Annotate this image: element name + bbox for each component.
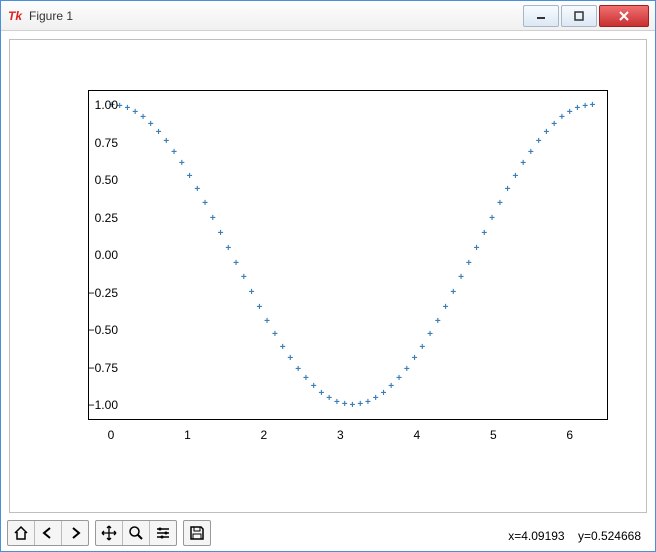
subplots-button[interactable] [150,521,176,545]
data-point: + [240,274,248,282]
titlebar: Tk Figure 1 [1,1,655,31]
window-controls [521,5,649,27]
ytick-label: 0.00 [68,248,118,262]
forward-button[interactable] [62,521,88,545]
data-point: + [473,245,481,253]
data-point: + [442,304,450,312]
xtick-label: 1 [184,428,191,442]
data-point: + [527,149,535,157]
xtick-label: 0 [108,428,115,442]
data-point: + [224,245,232,253]
save-icon [189,525,205,541]
ytick-label: −0.50 [68,323,118,337]
minimize-button[interactable] [523,5,559,27]
data-point: + [403,366,411,374]
data-point: + [387,383,395,391]
plot-axes[interactable]: ++++++++++++++++++++++++++++++++++++++++… [88,90,608,420]
data-point: + [263,318,271,326]
back-button[interactable] [35,521,62,545]
xtick-label: 5 [490,428,497,442]
data-point: + [333,399,341,407]
data-point: + [496,200,504,208]
figure-window: Tk Figure 1 ++++++++++++++++++++++++++++… [0,0,656,552]
status-x: x=4.09193 [508,529,564,543]
data-point: + [279,344,287,352]
figure-canvas[interactable]: ++++++++++++++++++++++++++++++++++++++++… [9,39,647,513]
data-point: + [201,200,209,208]
save-button[interactable] [184,521,210,545]
data-point: + [193,186,201,194]
move-icon [101,525,117,541]
data-point: + [162,138,170,146]
data-point: + [418,344,426,352]
status-y: y=0.524668 [578,529,641,543]
ytick-label: 0.50 [68,173,118,187]
data-point: + [457,274,465,282]
data-point: + [535,138,543,146]
data-point: + [511,173,519,181]
ytick-label: −0.25 [68,286,118,300]
xtick-label: 4 [413,428,420,442]
data-point: + [504,186,512,194]
data-point: + [294,366,302,374]
data-point: + [302,375,310,383]
data-point: + [286,355,294,363]
data-point: + [588,102,596,110]
data-point: + [480,230,488,238]
data-point: + [147,121,155,129]
data-point: + [170,149,178,157]
data-point: + [232,260,240,268]
data-point: + [178,160,186,168]
data-point: + [271,331,279,339]
nav-toolbar [7,519,217,547]
xtick-label: 6 [566,428,573,442]
arrow-left-icon [40,525,56,541]
data-point: + [372,395,380,403]
window-title: Figure 1 [29,9,73,23]
ytick-label: −0.75 [68,361,118,375]
data-point: + [465,260,473,268]
zoom-button[interactable] [123,521,150,545]
data-point: + [131,109,139,117]
data-point: + [255,304,263,312]
pan-button[interactable] [96,521,123,545]
data-point: + [186,173,194,181]
home-button[interactable] [8,521,35,545]
magnifier-icon [128,525,144,541]
data-point: + [348,402,356,410]
data-point: + [573,105,581,113]
maximize-button[interactable] [561,5,597,27]
arrow-right-icon [67,525,83,541]
coord-status: x=4.09193 y=0.524668 [508,529,641,543]
close-button[interactable] [599,5,649,27]
data-point: + [434,318,442,326]
data-point: + [317,390,325,398]
data-point: + [155,129,163,137]
data-point: + [395,375,403,383]
data-point: + [426,331,434,339]
data-point: + [209,215,217,223]
home-icon [13,525,29,541]
tk-icon: Tk [7,8,23,24]
sliders-icon [155,525,171,541]
data-point: + [217,230,225,238]
xtick-label: 3 [337,428,344,442]
data-point: + [488,215,496,223]
data-point: + [558,114,566,122]
data-point: + [542,129,550,137]
data-point: + [519,160,527,168]
xtick-label: 2 [261,428,268,442]
ytick-label: −1.00 [68,398,118,412]
data-point: + [411,355,419,363]
data-point: + [449,289,457,297]
ytick-label: 0.75 [68,136,118,150]
ytick-label: 1.00 [68,98,118,112]
data-point: + [248,289,256,297]
ytick-label: 0.25 [68,211,118,225]
